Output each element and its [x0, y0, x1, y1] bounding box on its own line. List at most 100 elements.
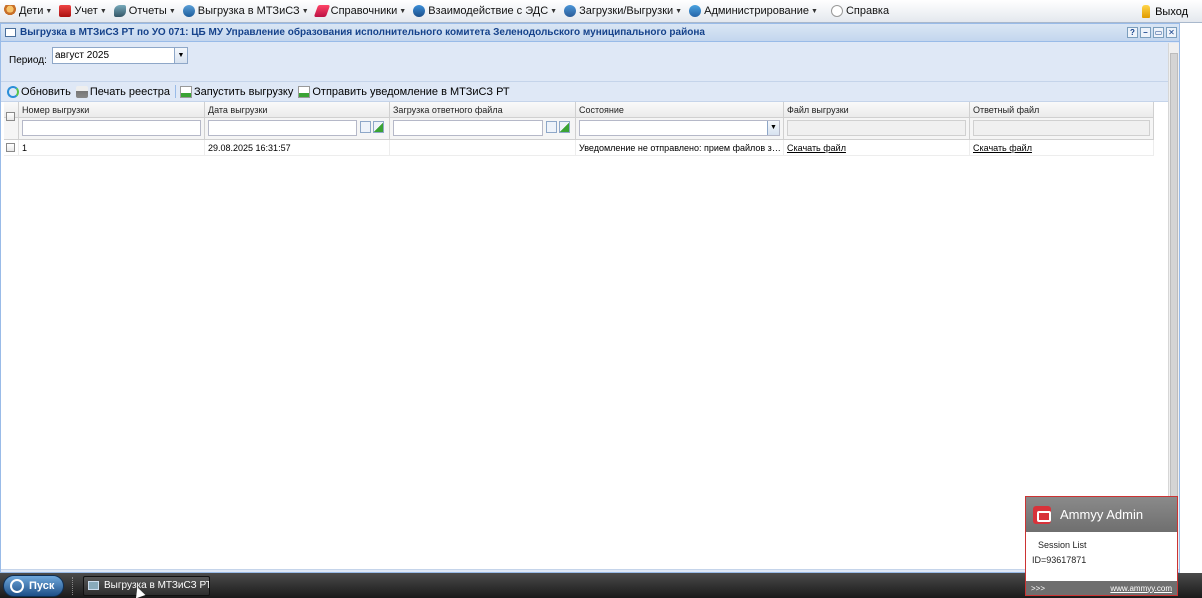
ammyy-logo-icon — [1033, 505, 1051, 524]
document-run-icon — [180, 85, 193, 98]
filter-state-cell: ▼ — [576, 118, 784, 139]
minimize-button[interactable]: – — [1140, 27, 1151, 38]
row-checkbox[interactable] — [6, 143, 15, 152]
ammyy-id: ID=93617871 — [1032, 555, 1087, 565]
clear-filter-icon[interactable] — [559, 121, 570, 133]
refresh-icon — [7, 85, 19, 98]
filter-response-file-cell — [970, 118, 1154, 139]
grid-header: Номер выгрузки Дата выгрузки Загрузка от… — [4, 102, 1154, 118]
menu-children-label: Дети — [19, 5, 44, 17]
period-value: август 2025 — [55, 50, 110, 61]
menu-admin-label: Администрирование — [704, 5, 810, 17]
select-all-checkbox[interactable] — [6, 112, 15, 121]
exit-button[interactable]: Выход — [1142, 0, 1188, 23]
admin-icon — [689, 5, 702, 17]
ammyy-title: Ammyy Admin — [1060, 507, 1144, 522]
grid-toolbar: Обновить Печать реестра Запустить выгруз… — [1, 82, 1179, 102]
chevron-down-icon: ▼ — [45, 7, 53, 15]
filter-state-select[interactable] — [579, 120, 780, 136]
taskbar: Пуск Выгрузка в МТЗиСЗ РТ п... — [0, 573, 1202, 598]
send-notification-button[interactable]: Отправить уведомление в МТЗиСЗ РТ — [296, 83, 512, 101]
cell-response-upload — [390, 140, 576, 155]
column-header-response-upload[interactable]: Загрузка ответного файла — [390, 102, 576, 117]
taskbar-window-label: Выгрузка в МТЗиСЗ РТ п... — [104, 580, 209, 591]
menu-reports[interactable]: Отчеты ▼ — [110, 0, 179, 23]
session-list-link[interactable]: Session List — [1032, 540, 1171, 550]
row-select-cell — [4, 140, 19, 155]
column-header-response-file[interactable]: Ответный файл — [970, 102, 1154, 117]
menu-admin[interactable]: Администрирование ▼ — [685, 0, 821, 23]
cell-date: 29.08.2025 16:31:57 — [205, 140, 390, 155]
toolbar-separator — [175, 85, 177, 98]
refresh-label: Обновить — [21, 85, 71, 98]
key-icon — [1142, 5, 1151, 18]
taskbar-window-button[interactable]: Выгрузка в МТЗиСЗ РТ п... — [83, 575, 210, 596]
period-select[interactable]: август 2025 ▼ — [52, 47, 188, 64]
chevron-down-icon: ▼ — [99, 7, 107, 15]
printer-icon — [75, 85, 88, 98]
maximize-button[interactable]: ▭ — [1153, 27, 1164, 38]
menu-eds[interactable]: Взаимодействие с ЭДС ▼ — [409, 0, 560, 23]
clear-filter-icon[interactable] — [373, 121, 384, 133]
window-title: Выгрузка в МТЗиСЗ РТ по УО 071: ЦБ МУ Уп… — [20, 27, 705, 38]
chevron-down-icon: ▼ — [301, 7, 309, 15]
ammyy-site-link[interactable]: www.ammyy.com — [1110, 584, 1172, 593]
chevron-down-icon[interactable]: ▼ — [767, 121, 779, 135]
start-export-button[interactable]: Запустить выгрузку — [178, 83, 296, 101]
eds-icon — [413, 5, 426, 17]
window-tools: ? – ▭ ✕ — [1127, 27, 1177, 38]
chevron-down-icon[interactable]: ▼ — [174, 48, 187, 63]
menu-help-label: Справка — [845, 5, 890, 17]
menu-reports-label: Отчеты — [128, 5, 167, 17]
download-export-file-link[interactable]: Скачать файл — [787, 143, 846, 153]
exit-label: Выход — [1155, 5, 1188, 18]
column-header-date[interactable]: Дата выгрузки — [205, 102, 390, 117]
column-header-state[interactable]: Состояние — [576, 102, 784, 117]
window-bottom-bar — [1, 569, 1179, 572]
children-icon — [4, 5, 16, 17]
menu-references[interactable]: Справочники ▼ — [312, 0, 410, 23]
print-registry-button[interactable]: Печать реестра — [74, 83, 173, 101]
export-icon — [182, 5, 195, 17]
filter-date-cell — [205, 118, 390, 139]
start-label: Запустить выгрузку — [194, 85, 294, 98]
refresh-button[interactable]: Обновить — [5, 83, 74, 101]
power-icon — [10, 578, 24, 593]
scrollbar-thumb[interactable] — [1170, 53, 1178, 557]
window-icon — [88, 581, 99, 590]
upload-download-icon — [564, 5, 577, 17]
menu-eds-label: Взаимодействие с ЭДС — [428, 5, 549, 17]
period-panel: Период: август 2025 ▼ — [1, 42, 1179, 82]
chevron-down-icon: ▼ — [675, 7, 683, 15]
period-label: Период: — [9, 55, 47, 66]
help-tool-button[interactable]: ? — [1127, 27, 1138, 38]
menu-accounting[interactable]: Учет ▼ — [55, 0, 109, 23]
help-icon — [830, 5, 843, 17]
menu-export[interactable]: Выгрузка в МТЗиСЗ ▼ — [179, 0, 312, 23]
document-send-icon — [298, 85, 311, 98]
menu-export-label: Выгрузка в МТЗиСЗ — [197, 5, 300, 17]
column-header-export-file[interactable]: Файл выгрузки — [784, 102, 970, 117]
cell-number: 1 — [19, 140, 205, 155]
filter-response-upload-input[interactable] — [393, 120, 543, 136]
column-header-number[interactable]: Номер выгрузки — [19, 102, 205, 117]
close-button[interactable]: ✕ — [1166, 27, 1177, 38]
filter-response-upload-cell — [390, 118, 576, 139]
filter-response-file-input — [973, 120, 1150, 136]
start-button[interactable]: Пуск — [3, 574, 64, 597]
table-row[interactable]: 1 29.08.2025 16:31:57 Уведомление не отп… — [4, 140, 1154, 156]
chevron-down-icon: ▼ — [399, 7, 407, 15]
vertical-scrollbar[interactable] — [1168, 43, 1179, 571]
filter-date-input[interactable] — [208, 120, 357, 136]
start-label: Пуск — [29, 579, 55, 592]
ammyy-more-button[interactable]: >>> — [1031, 584, 1045, 593]
menu-children[interactable]: Дети ▼ — [0, 0, 55, 23]
calendar-icon[interactable] — [546, 121, 557, 133]
download-response-file-link[interactable]: Скачать файл — [973, 143, 1032, 153]
menu-help[interactable]: Справка — [827, 0, 892, 23]
calendar-icon[interactable] — [360, 121, 371, 133]
accounting-icon — [59, 5, 72, 17]
send-label: Отправить уведомление в МТЗиСЗ РТ — [312, 85, 510, 98]
filter-number-input[interactable] — [22, 120, 201, 136]
menu-uploads[interactable]: Загрузки/Выгрузки ▼ — [560, 0, 685, 23]
